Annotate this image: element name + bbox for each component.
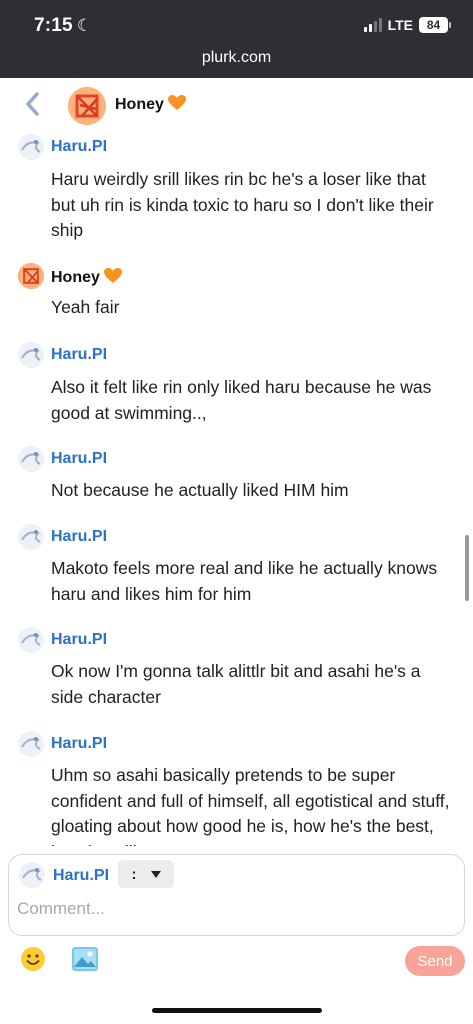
message-text: Uhm so asahi basically pretends to be su…: [51, 765, 450, 846]
avatar[interactable]: [18, 342, 44, 368]
message-item: Haru.PI Uhm so asahi basically pretends …: [0, 729, 473, 846]
orange-heart-icon: [103, 268, 122, 283]
message-author[interactable]: Honey: [51, 268, 122, 287]
conversation-header: Honey: [0, 78, 473, 132]
battery-icon: 84: [419, 17, 451, 33]
avatar[interactable]: [18, 134, 44, 160]
back-chevron-icon[interactable]: [22, 90, 44, 118]
triangle-down-icon: [150, 870, 161, 878]
network-label: LTE: [387, 17, 413, 33]
qualifier-dropdown[interactable]: :: [118, 860, 174, 888]
orange-heart-icon: [167, 95, 186, 110]
url-bar[interactable]: plurk.com: [0, 49, 473, 67]
avatar: [19, 862, 45, 888]
emoji-icon[interactable]: [20, 946, 46, 972]
browser-top-bar: 7:15 ☾ LTE 84 plurk.com: [0, 0, 473, 78]
home-indicator: [152, 1008, 322, 1013]
avatar[interactable]: [18, 524, 44, 550]
signal-icon: [363, 18, 382, 32]
battery-level: 84: [419, 17, 448, 33]
message-author[interactable]: Haru.PI: [51, 735, 107, 753]
message-author[interactable]: Haru.PI: [51, 450, 107, 468]
comment-input[interactable]: [17, 895, 447, 923]
message-text: Haru weirdly srill likes rin bc he's a l…: [51, 169, 434, 240]
avatar[interactable]: [18, 627, 44, 653]
message-text: Not because he actually liked HIM him: [51, 480, 349, 500]
message-author[interactable]: Haru.PI: [51, 346, 107, 364]
scrollbar-thumb[interactable]: [465, 535, 469, 601]
qualifier-value: :: [131, 865, 137, 883]
avatar[interactable]: [18, 263, 44, 289]
composer-author: Haru.PI: [53, 867, 110, 884]
comment-box[interactable]: Haru.PI :: [8, 854, 465, 936]
message-author-text: Honey: [51, 269, 100, 286]
message-text: Yeah fair: [51, 297, 120, 317]
message-text: Makoto feels more real and like he actua…: [51, 558, 438, 604]
send-button[interactable]: Send: [405, 946, 465, 976]
image-upload-icon[interactable]: [71, 946, 99, 972]
status-time: 7:15 ☾: [34, 15, 93, 36]
page-title: Honey: [115, 95, 186, 114]
message-text: Ok now I'm gonna talk alittlr bit and as…: [51, 661, 421, 707]
avatar[interactable]: [18, 446, 44, 472]
message-author[interactable]: Haru.PI: [51, 631, 107, 649]
message-author[interactable]: Haru.PI: [51, 528, 107, 546]
message-text: Also it felt like rin only liked haru be…: [51, 377, 432, 423]
moon-icon: ☾: [76, 16, 93, 35]
message-author[interactable]: Haru.PI: [51, 138, 107, 156]
avatar[interactable]: [68, 87, 106, 125]
status-indicators: LTE 84: [363, 17, 451, 33]
avatar[interactable]: [18, 731, 44, 757]
header-title-text: Honey: [115, 96, 164, 113]
comment-composer: Haru.PI : Send: [0, 846, 473, 1024]
